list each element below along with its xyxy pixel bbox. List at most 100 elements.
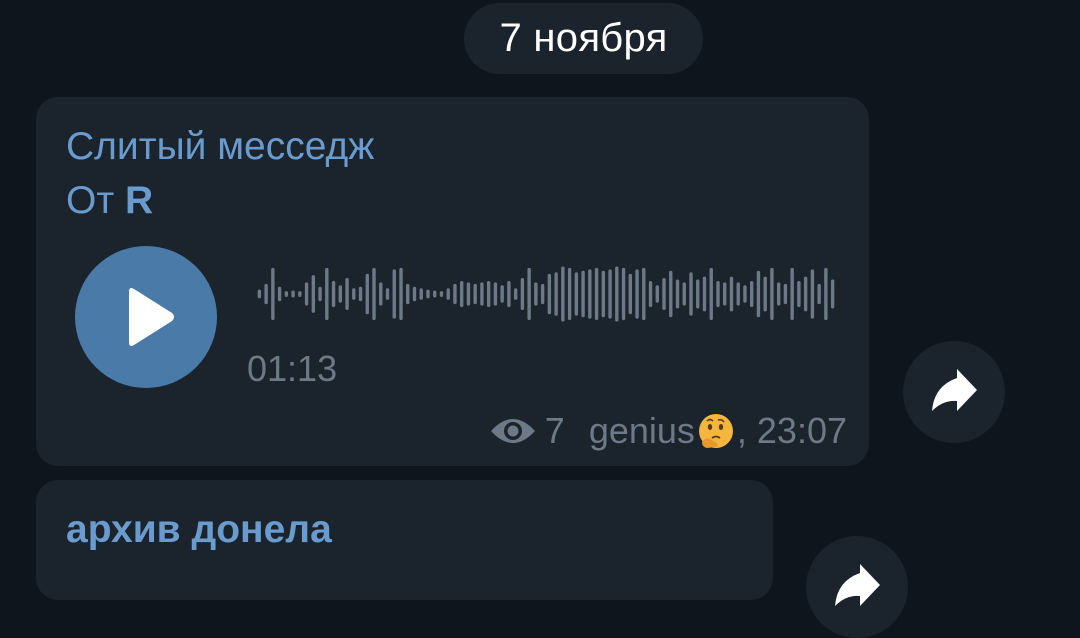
waveform-bar	[385, 288, 390, 300]
waveform-bar	[628, 273, 632, 315]
waveform-bar	[554, 272, 558, 316]
waveform-bar	[743, 285, 747, 303]
archive-message-bubble[interactable]: архив донела	[36, 480, 773, 600]
waveform-bar	[797, 280, 801, 308]
waveform-bar	[527, 267, 531, 321]
waveform-bar	[547, 273, 552, 315]
waveform-bar	[716, 280, 720, 308]
waveform-bar	[696, 279, 700, 309]
waveform-bar	[790, 267, 794, 321]
waveform-bar	[257, 289, 262, 299]
waveform-bar	[291, 290, 295, 298]
eye-icon	[489, 416, 537, 446]
play-button[interactable]	[75, 246, 217, 388]
waveform-bar	[588, 269, 592, 319]
waveform-bar	[372, 267, 376, 321]
date-separator: 7 ноября	[464, 3, 703, 74]
waveform-bar	[379, 282, 383, 306]
waveform-bar	[345, 278, 349, 310]
waveform-bar	[419, 288, 423, 300]
waveform-bar	[466, 282, 471, 306]
share-button[interactable]	[806, 536, 908, 638]
waveform-bar	[331, 280, 336, 308]
waveform-bar	[601, 270, 606, 318]
waveform-bar	[439, 291, 444, 297]
waveform-bar	[277, 286, 282, 302]
waveform-bar	[702, 276, 707, 312]
waveform-bar	[338, 285, 342, 303]
waveform-bar	[810, 269, 815, 319]
share-arrow-icon	[835, 564, 880, 606]
voice-waveform[interactable]	[256, 265, 836, 323]
waveform-bar	[662, 278, 666, 310]
share-arrow-icon	[932, 369, 977, 411]
waveform-bar	[298, 291, 302, 297]
waveform-bar	[534, 282, 538, 306]
waveform-bar	[567, 267, 572, 321]
waveform-bar	[729, 276, 734, 312]
waveform-bar	[783, 283, 788, 305]
message-subtitle: От R	[66, 179, 153, 223]
waveform-bar	[648, 280, 653, 308]
waveform-bar	[581, 270, 585, 318]
waveform-bar	[608, 269, 612, 319]
waveform-bar	[480, 282, 484, 306]
share-button[interactable]	[903, 341, 1005, 443]
waveform-bar	[635, 269, 639, 319]
waveform-bar	[830, 279, 835, 309]
waveform-bar	[655, 285, 659, 303]
message-title: Слитый месседж	[66, 125, 375, 168]
waveform-bar	[540, 283, 545, 305]
waveform-bar	[264, 283, 268, 305]
waveform-bar	[406, 283, 410, 305]
waveform-bar	[399, 267, 403, 321]
message-subtitle-prefix: От	[66, 179, 126, 222]
waveform-bar	[304, 282, 309, 306]
waveform-bar	[642, 267, 646, 321]
waveform-bar	[615, 266, 619, 322]
voice-message-bubble[interactable]: Слитый месседж От R 01:13 7 genius , 23:…	[36, 97, 869, 466]
waveform-bar	[460, 280, 464, 308]
waveform-bar	[574, 272, 579, 316]
waveform-bar	[358, 286, 363, 302]
waveform-bar	[453, 283, 457, 305]
waveform-bar	[709, 267, 713, 321]
waveform-bar	[520, 278, 525, 310]
waveform-bar	[513, 288, 518, 300]
waveform-bar	[750, 280, 754, 308]
waveform-bar	[446, 288, 450, 300]
message-title: архив донела	[66, 508, 332, 551]
waveform-bar	[723, 282, 727, 306]
waveform-bar	[325, 267, 329, 321]
waveform-bar	[669, 270, 673, 318]
waveform-bar	[776, 282, 781, 306]
author-signature: genius	[588, 410, 695, 451]
waveform-bar	[675, 279, 680, 309]
waveform-bar	[756, 270, 761, 318]
waveform-bar	[352, 288, 356, 300]
waveform-bar	[318, 286, 322, 302]
waveform-bar	[284, 291, 289, 297]
play-icon	[129, 288, 174, 346]
waveform-bar	[412, 286, 417, 302]
waveform-bar	[824, 267, 828, 321]
message-meta: 7 genius , 23:07	[489, 409, 847, 453]
waveform-bar	[561, 266, 565, 322]
message-subtitle-name: R	[125, 179, 154, 222]
waveform-bar	[433, 290, 437, 298]
waveform-bar	[473, 283, 477, 305]
waveform-bar	[426, 289, 430, 299]
waveform-bar	[493, 282, 498, 306]
waveform-bar	[770, 267, 774, 321]
view-count: 7	[544, 410, 565, 451]
waveform-bar	[803, 276, 808, 312]
waveform-bar	[507, 280, 511, 308]
waveform-bar	[621, 267, 626, 321]
waveform-bar	[271, 267, 275, 321]
waveform-bar	[486, 280, 491, 308]
waveform-bar	[311, 275, 316, 313]
waveform-bar	[763, 276, 767, 312]
thinking-face-emoji	[697, 412, 735, 450]
waveform-bar	[365, 273, 369, 315]
waveform-bar	[594, 267, 599, 321]
